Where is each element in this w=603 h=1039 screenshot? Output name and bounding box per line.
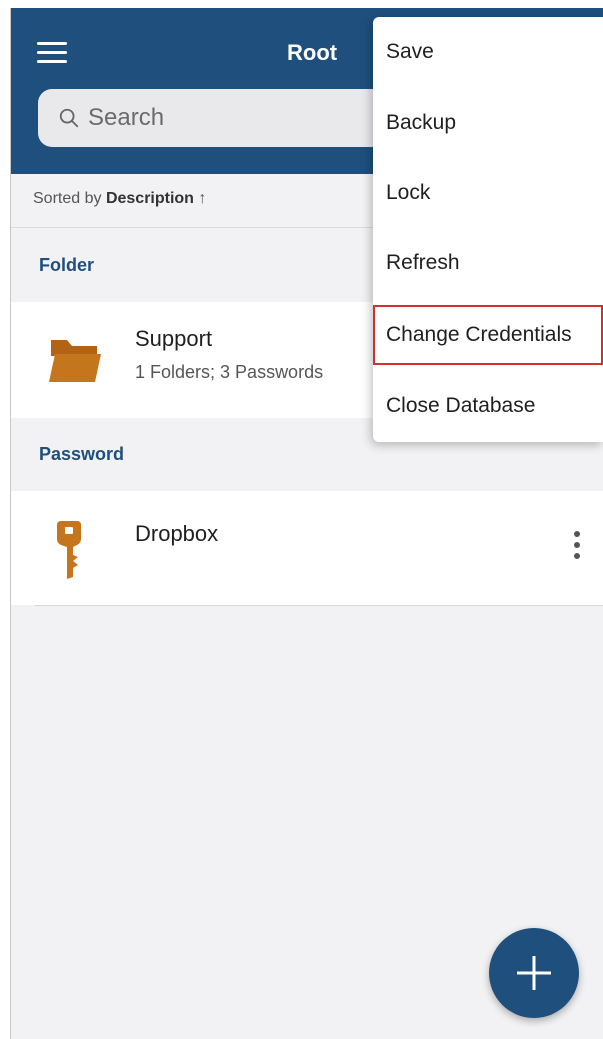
overflow-menu: Save Backup Lock Refresh Change Credenti… <box>373 17 603 442</box>
menu-item-close-database[interactable]: Close Database <box>373 376 603 436</box>
sort-field: Description <box>105 190 194 207</box>
menu-item-save[interactable]: Save <box>373 22 603 82</box>
password-row-dropbox[interactable]: Dropbox <box>11 491 603 605</box>
page-title: Root <box>287 40 338 65</box>
section-header-folder: Folder <box>39 255 95 275</box>
menu-item-backup[interactable]: Backup <box>373 93 603 153</box>
menu-item-change-credentials[interactable]: Change Credentials <box>373 305 603 365</box>
menu-item-lock[interactable]: Lock <box>373 163 603 223</box>
menu-item-refresh[interactable]: Refresh <box>373 233 603 293</box>
search-bar[interactable] <box>38 89 428 147</box>
sort-label: Sorted by Description ↑ <box>33 190 207 207</box>
folder-icon <box>49 340 101 382</box>
more-options-button[interactable] <box>571 531 583 565</box>
more-vertical-icon <box>574 531 580 537</box>
plus-icon <box>517 956 551 990</box>
add-button[interactable] <box>489 928 579 1018</box>
key-icon <box>57 521 81 579</box>
password-entry-name: Dropbox <box>135 521 219 546</box>
section-header-password: Password <box>39 444 125 464</box>
list-divider <box>35 605 603 606</box>
hamburger-icon <box>37 42 67 45</box>
folder-name: Support <box>135 326 213 351</box>
search-icon <box>59 108 79 128</box>
hamburger-menu-button[interactable] <box>37 42 67 66</box>
sort-arrow-icon: ↑ <box>198 190 207 207</box>
folder-details: 1 Folders; 3 Passwords <box>135 362 324 382</box>
search-input[interactable] <box>88 104 388 132</box>
